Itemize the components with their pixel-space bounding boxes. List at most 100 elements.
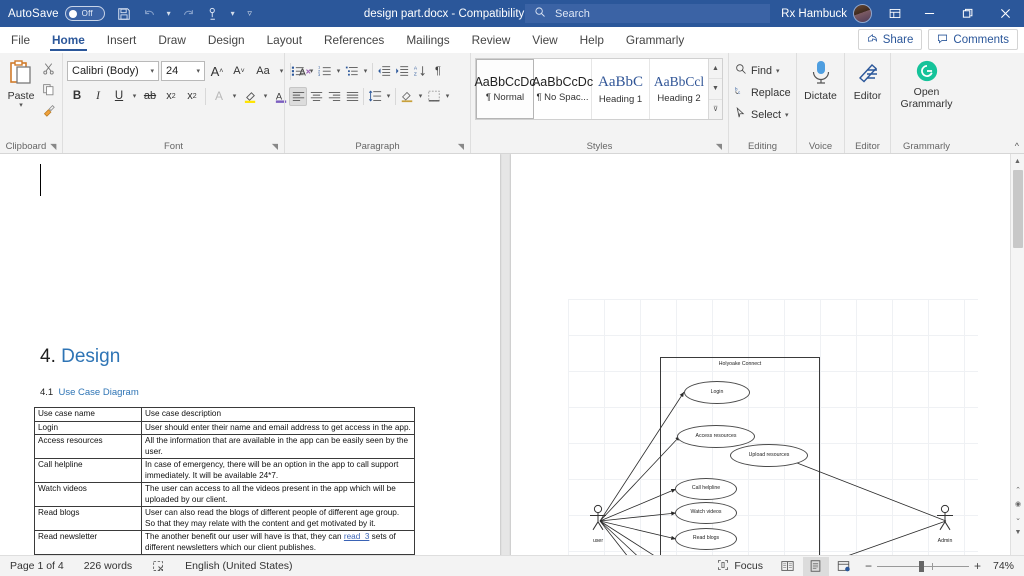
font-family-chevron-down-icon[interactable]: ▾ [148,67,156,75]
dictate-button[interactable]: Dictate [801,56,840,102]
increase-indent-icon[interactable] [393,62,411,81]
style-heading-2[interactable]: AaBbCcl Heading 2 [650,59,708,119]
select-button[interactable]: Select ▾ [733,105,789,124]
comments-button[interactable]: Comments [928,29,1018,50]
select-chevron-down-icon[interactable]: ▾ [785,111,789,119]
decrease-indent-icon[interactable] [375,62,393,81]
page-indicator[interactable]: Page 1 of 4 [0,560,74,572]
italic-icon[interactable]: I [88,86,108,106]
tab-grammarly[interactable]: Grammarly [615,27,695,53]
redo-icon[interactable] [175,2,201,26]
shrink-font-icon[interactable]: A ˅ [229,61,249,81]
language-indicator[interactable]: English (United States) [175,560,302,572]
style-heading-1[interactable]: AaBbC Heading 1 [592,59,650,119]
focus-button[interactable]: Focus [707,559,773,574]
word-count[interactable]: 226 words [74,560,142,572]
select-browse-object-icon[interactable]: ◉ [1011,497,1024,511]
scroll-down-icon[interactable]: ▼ [1011,525,1024,539]
tab-layout[interactable]: Layout [256,27,313,53]
line-spacing-icon[interactable] [366,87,384,106]
zoom-in-button[interactable]: + [974,559,981,573]
replace-button[interactable]: bc Replace [733,83,791,102]
format-painter-icon[interactable] [38,101,58,120]
read-mode-icon[interactable] [775,557,801,576]
editor-button[interactable]: Editor [849,56,886,102]
tab-mailings[interactable]: Mailings [395,27,460,53]
underline-chevron-down-icon[interactable]: ▾ [130,92,139,100]
search-box[interactable]: Search [525,4,770,23]
previous-page-icon[interactable]: ⌃ [1011,483,1024,497]
maximize-restore-button[interactable] [948,0,986,27]
zoom-out-button[interactable]: − [865,559,872,573]
highlight-icon[interactable] [240,86,260,106]
copy-icon[interactable] [38,80,58,99]
tab-home[interactable]: Home [41,27,96,53]
share-button[interactable]: Share [857,29,923,50]
tab-draw[interactable]: Draw [147,27,197,53]
zoom-handle[interactable] [918,560,924,572]
styles-scroll-down-icon[interactable]: ▼ [709,79,722,100]
align-right-icon[interactable] [325,87,343,106]
save-icon[interactable] [111,2,137,26]
tab-file[interactable]: File [0,27,41,53]
align-center-icon[interactable] [307,87,325,106]
shading-chevron-down-icon[interactable]: ▾ [416,92,425,100]
paste-button[interactable]: Paste ▾ [4,56,38,109]
autosave-toggle[interactable]: Off [64,6,105,21]
scroll-up-icon[interactable]: ▲ [1011,154,1024,168]
minimize-button[interactable] [910,0,948,27]
paste-chevron-down-icon[interactable]: ▾ [19,102,23,109]
bold-icon[interactable]: B [67,86,87,106]
styles-dialog-launcher-icon[interactable]: ◥ [716,142,722,151]
paragraph-dialog-launcher-icon[interactable]: ◥ [458,142,464,151]
borders-icon[interactable] [425,87,443,106]
tab-design[interactable]: Design [197,27,256,53]
find-chevron-down-icon[interactable]: ▾ [776,67,780,75]
zoom-track[interactable] [876,560,969,572]
show-marks-icon[interactable]: ¶ [429,62,447,81]
text-effects-chevron-down-icon[interactable]: ▾ [230,92,239,100]
customize-quick-access-icon[interactable]: ▿ [239,8,261,19]
clipboard-dialog-launcher-icon[interactable]: ◥ [50,142,56,151]
styles-scroll-up-icon[interactable]: ▲ [709,59,722,80]
print-layout-icon[interactable] [802,556,829,576]
hyperlink-read-3[interactable]: read_3 [344,532,370,541]
bullets-icon[interactable] [289,62,307,81]
font-dialog-launcher-icon[interactable]: ◥ [272,142,278,151]
scrollbar-thumb[interactable] [1013,170,1023,248]
underline-icon[interactable]: U [109,86,129,106]
superscript-icon[interactable]: x2 [182,86,202,106]
numbering-icon[interactable]: 123 [316,62,334,81]
cut-icon[interactable] [38,59,58,78]
subscript-icon[interactable]: x2 [161,86,181,106]
tab-references[interactable]: References [313,27,395,53]
ribbon-display-options-icon[interactable] [880,0,910,27]
strikethrough-icon[interactable]: ab [140,86,160,106]
zoom-slider[interactable]: − + [865,559,981,573]
font-size-chevron-down-icon[interactable]: ▾ [194,67,202,75]
line-spacing-chevron-down-icon[interactable]: ▾ [384,92,393,100]
font-size-combo[interactable]: 24 ▾ [161,61,205,81]
touch-mode-icon[interactable] [201,2,227,26]
font-family-combo[interactable]: Calibri (Body) ▾ [67,61,159,81]
undo-icon[interactable] [137,2,163,26]
styles-more-icon[interactable]: ⊽ [709,100,722,119]
shading-icon[interactable] [398,87,416,106]
highlight-chevron-down-icon[interactable]: ▾ [261,92,270,100]
style-no-spacing[interactable]: AaBbCcDc ¶ No Spac... [532,59,593,119]
undo-chevron-down-icon[interactable]: ▾ [163,9,175,18]
touch-mode-chevron-down-icon[interactable]: ▾ [227,9,239,18]
tab-help[interactable]: Help [569,27,615,53]
vertical-scrollbar[interactable]: ▲ ⌃ ◉ ⌄ ▼ [1010,154,1024,555]
multilevel-list-icon[interactable] [343,62,361,81]
change-case-icon[interactable]: Aa [251,61,275,81]
collapse-ribbon-icon[interactable]: ^ [1015,141,1019,151]
web-layout-icon[interactable] [831,557,857,576]
document-canvas[interactable]: 4. Design 4.1 Use Case Diagram Use case … [0,154,1024,555]
style-normal[interactable]: AaBbCcDc ¶ Normal [474,59,536,119]
text-effects-icon[interactable]: A [209,86,229,106]
account-button[interactable]: Rx Hambuck [781,4,872,23]
proofing-errors-icon[interactable] [142,560,175,573]
multilevel-chevron-down-icon[interactable]: ▾ [361,67,370,75]
close-button[interactable] [986,0,1024,27]
